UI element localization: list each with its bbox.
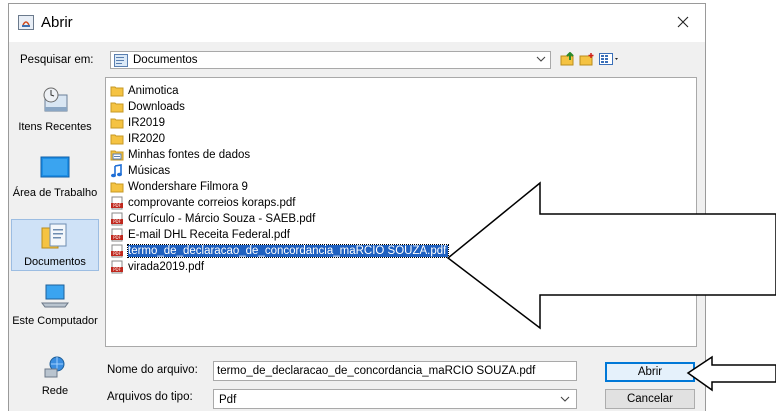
small-arrow-annotation — [686, 355, 776, 392]
annotation-arrows — [446, 181, 776, 392]
large-arrow-annotation — [446, 181, 776, 330]
